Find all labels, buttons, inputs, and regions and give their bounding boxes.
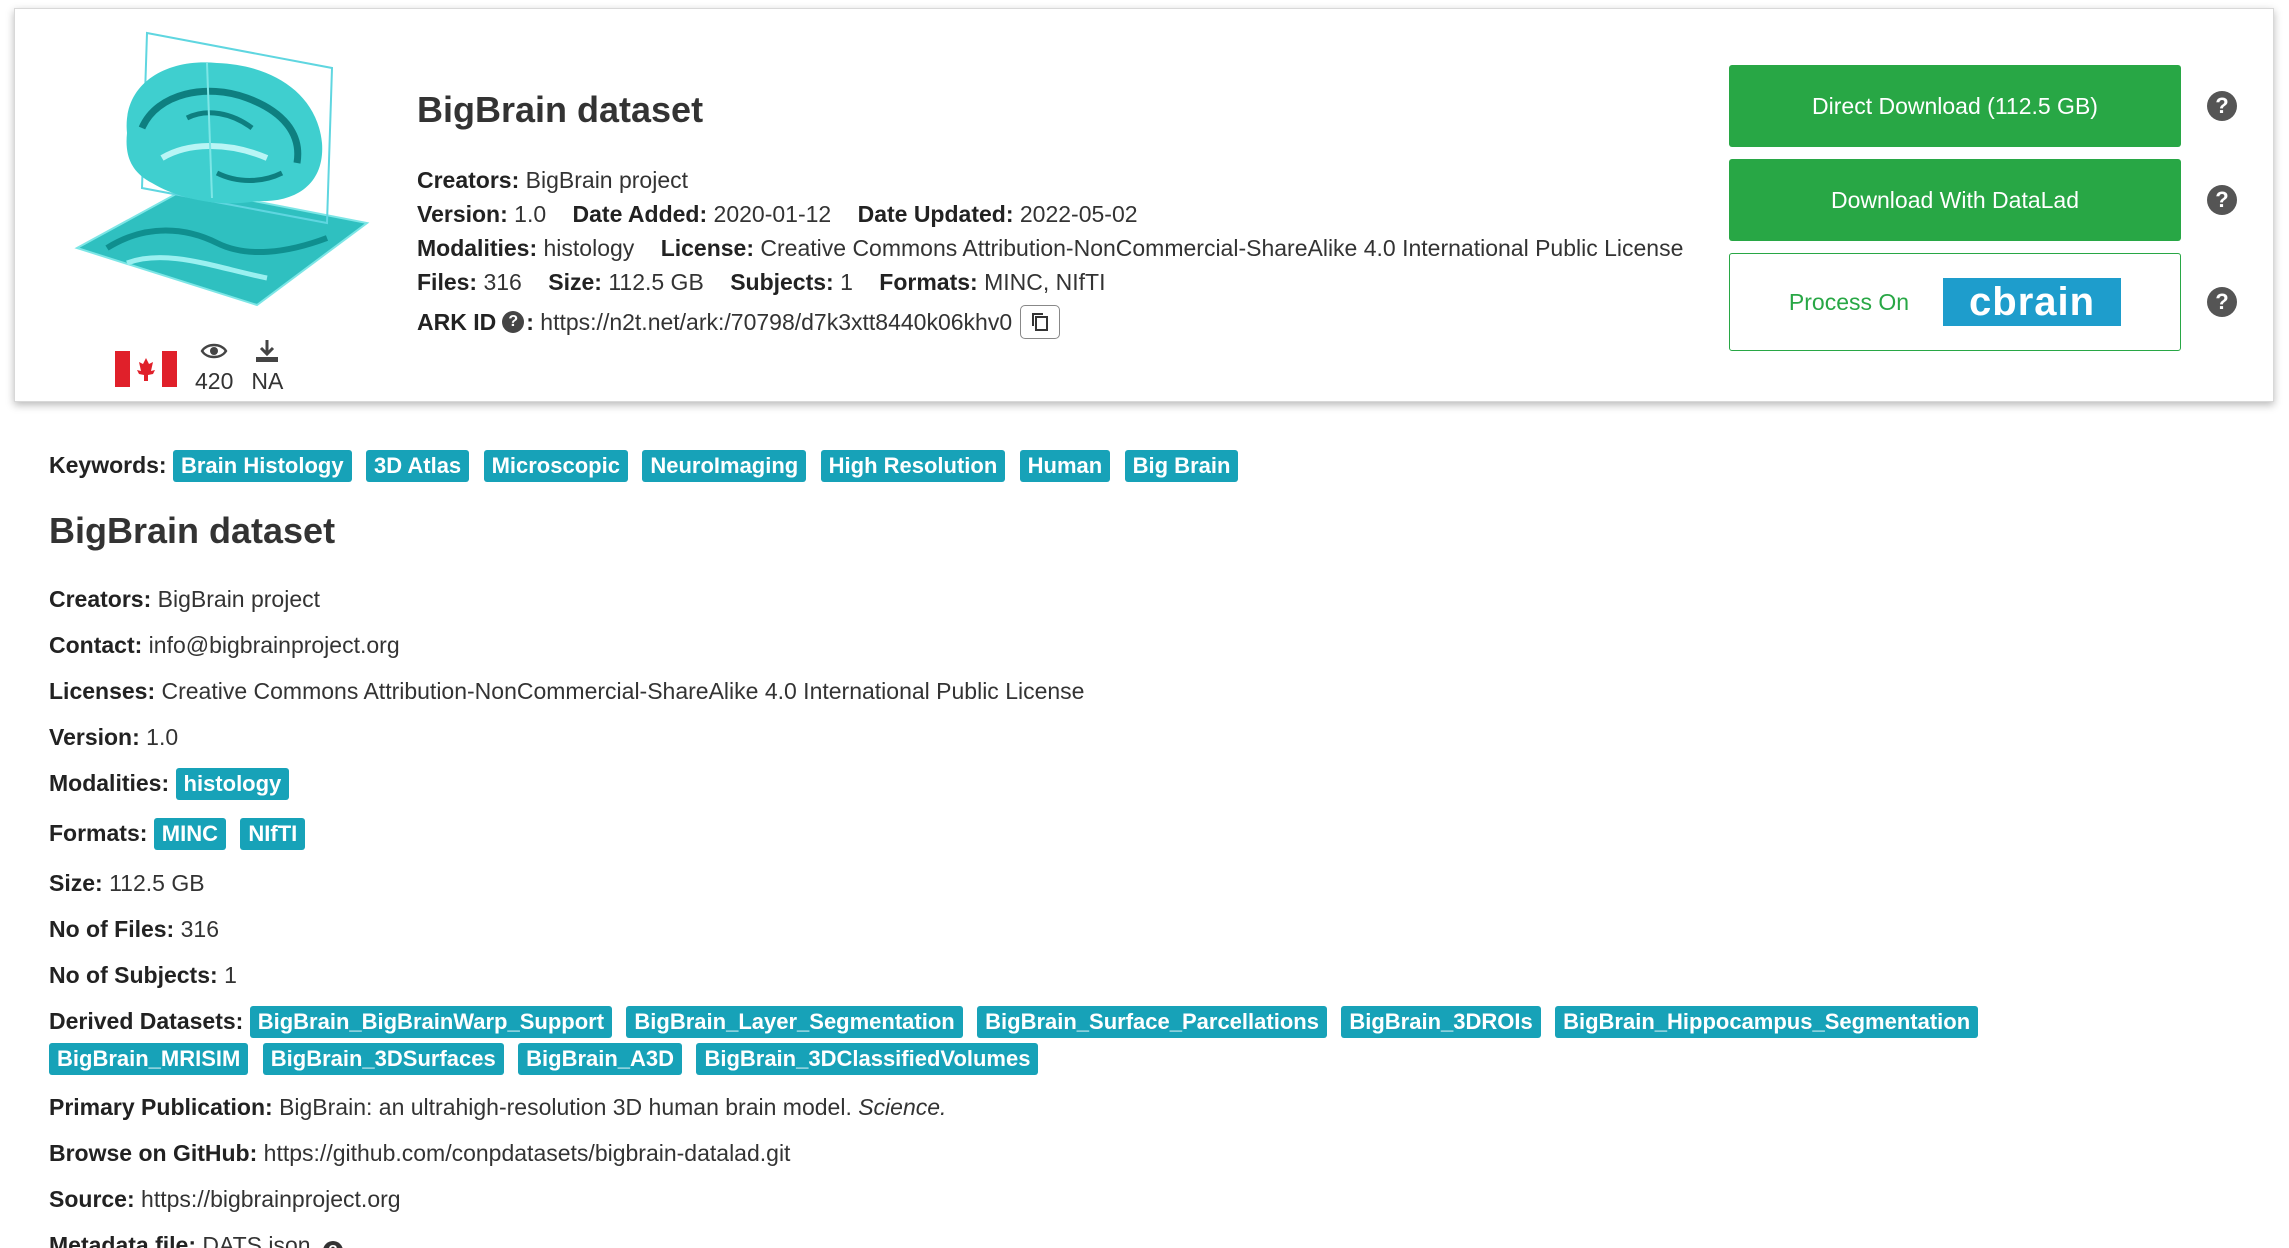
- details-title: BigBrain dataset: [49, 510, 336, 551]
- metadata-help-icon[interactable]: ?: [322, 1241, 343, 1248]
- downloads-count: NA: [251, 368, 284, 394]
- cbrain-help-icon[interactable]: ?: [2207, 287, 2237, 317]
- keyword-tag[interactable]: 3D Atlas: [365, 450, 470, 482]
- meta-version-dates: Version: 1.0 Date Added: 2020-01-12 Date…: [417, 201, 1138, 227]
- process-on-cbrain-button[interactable]: Process On cbrain: [1729, 253, 2181, 351]
- ark-url[interactable]: https://n2t.net/ark:/70798/d7k3xtt8440k0…: [540, 309, 1012, 336]
- keywords-row: Keywords: Brain Histology 3D Atlas Micro…: [49, 448, 2249, 486]
- keyword-tag[interactable]: Microscopic: [483, 450, 628, 482]
- files-row: No of Files: 316: [49, 916, 219, 942]
- derived-dataset-tag[interactable]: BigBrain_Surface_Parcellations: [977, 1006, 1327, 1038]
- keyword-tag[interactable]: Big Brain: [1124, 450, 1239, 482]
- meta-ark-id: ARK ID ? : https://n2t.net/ark:/70798/d7…: [417, 305, 1707, 339]
- derived-dataset-tag[interactable]: BigBrain_Layer_Segmentation: [626, 1006, 963, 1038]
- derived-dataset-tag[interactable]: BigBrain_A3D: [518, 1043, 683, 1075]
- datalad-download-button[interactable]: Download With DataLad: [1729, 159, 2181, 241]
- download-actions: Direct Download (112.5 GB) ? Download Wi…: [1729, 65, 2237, 351]
- downloads-stat: NA: [251, 338, 283, 395]
- publication-title[interactable]: BigBrain: an ultrahigh-resolution 3D hum…: [279, 1094, 852, 1120]
- contact-row: Contact: info@bigbrainproject.org: [49, 632, 400, 658]
- derived-dataset-tag[interactable]: BigBrain_Hippocampus_Segmentation: [1555, 1006, 1979, 1038]
- size-row: Size: 112.5 GB: [49, 870, 205, 896]
- cbrain-logo: cbrain: [1943, 278, 2122, 326]
- github-link[interactable]: https://github.com/conpdatasets/bigbrain…: [264, 1140, 791, 1166]
- format-tag[interactable]: NIfTI: [240, 818, 306, 850]
- process-on-label: Process On: [1788, 288, 1910, 315]
- dataset-title: BigBrain dataset: [417, 89, 704, 130]
- source-row: Source: https://bigbrainproject.org: [49, 1186, 401, 1212]
- download-icon: [256, 340, 279, 362]
- views-count: 420: [195, 368, 234, 394]
- derived-dataset-tag[interactable]: BigBrain_BigBrainWarp_Support: [249, 1006, 613, 1038]
- derived-dataset-tag[interactable]: BigBrain_MRISIM: [49, 1043, 249, 1075]
- direct-download-button[interactable]: Direct Download (112.5 GB): [1729, 65, 2181, 147]
- keyword-tag[interactable]: Human: [1019, 450, 1111, 482]
- direct-download-help-icon[interactable]: ?: [2207, 91, 2237, 121]
- version-row: Version: 1.0: [49, 724, 179, 750]
- ark-help-icon[interactable]: ?: [502, 311, 525, 333]
- meta-creators: Creators: BigBrain project: [417, 167, 689, 193]
- derived-datasets-row: Derived Datasets: BigBrain_BigBrainWarp_…: [49, 1004, 2249, 1078]
- copy-icon: [1032, 313, 1049, 331]
- metadata-file-link[interactable]: DATS.json: [202, 1232, 310, 1248]
- formats-row: Formats: MINC NIfTI: [49, 816, 2249, 854]
- source-link[interactable]: https://bigbrainproject.org: [141, 1186, 401, 1212]
- publication-row: Primary Publication: BigBrain: an ultrah…: [49, 1094, 947, 1120]
- format-tag[interactable]: MINC: [153, 818, 227, 850]
- canada-flag-icon: [115, 351, 177, 387]
- modalities-row: Modalities: histology: [49, 766, 2249, 804]
- meta-files-size: Files: 316 Size: 112.5 GB Subjects: 1 Fo…: [417, 269, 1106, 295]
- eye-icon: [200, 343, 228, 359]
- derived-dataset-tag[interactable]: BigBrain_3DROIs: [1341, 1006, 1541, 1038]
- dataset-header-card: 420 NA BigBrain dataset Creators: BigBra…: [14, 8, 2274, 402]
- keyword-tag[interactable]: High Resolution: [820, 450, 1006, 482]
- dataset-meta: BigBrain dataset Creators: BigBrain proj…: [417, 89, 1707, 339]
- metadata-row: Metadata file: DATS.json ?: [49, 1228, 2249, 1248]
- contact-email[interactable]: info@bigbrainproject.org: [149, 632, 400, 658]
- keyword-tag[interactable]: NeuroImaging: [642, 450, 807, 482]
- dataset-details: Keywords: Brain Histology 3D Atlas Micro…: [49, 448, 2249, 1248]
- copy-ark-button[interactable]: [1020, 305, 1061, 339]
- keyword-tag[interactable]: Brain Histology: [172, 450, 352, 482]
- views-stat: 420: [195, 338, 233, 395]
- modality-tag[interactable]: histology: [175, 768, 290, 800]
- dataset-stats: 420 NA: [115, 329, 283, 395]
- creators-row: Creators: BigBrain project: [49, 586, 321, 612]
- dataset-thumbnail: [67, 23, 387, 323]
- datalad-help-icon[interactable]: ?: [2207, 185, 2237, 215]
- derived-dataset-tag[interactable]: BigBrain_3DSurfaces: [262, 1043, 504, 1075]
- licenses-row: Licenses: Creative Commons Attribution-N…: [49, 678, 1085, 704]
- derived-dataset-tag[interactable]: BigBrain_3DClassifiedVolumes: [696, 1043, 1039, 1075]
- meta-modalities-license: Modalities: histology License: Creative …: [417, 235, 1684, 261]
- github-row: Browse on GitHub: https://github.com/con…: [49, 1140, 791, 1166]
- subjects-row: No of Subjects: 1: [49, 962, 237, 988]
